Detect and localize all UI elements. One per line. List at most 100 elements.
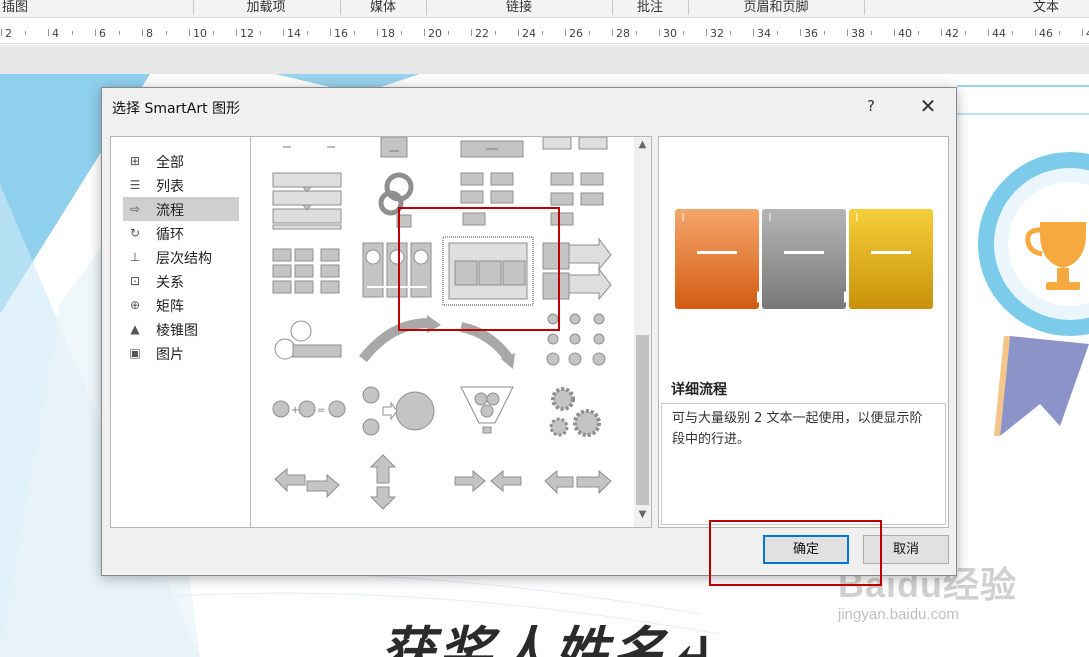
category-label: 层次结构 xyxy=(156,251,212,267)
ruler-tick xyxy=(847,29,848,36)
ribbon-separator xyxy=(612,0,613,15)
layout-thumb[interactable] xyxy=(359,315,441,363)
ruler-tick xyxy=(565,29,566,36)
layout-thumb[interactable] xyxy=(272,248,340,294)
layout-thumb[interactable] xyxy=(274,467,340,499)
ruler-minor-tick xyxy=(307,31,308,35)
ruler-number: 30 xyxy=(663,27,677,40)
ruler-tick xyxy=(189,29,190,36)
ribbon-group-text: 文本 xyxy=(1032,0,1059,15)
layout-thumb[interactable] xyxy=(460,386,514,434)
scroll-down-icon[interactable]: ▼ xyxy=(634,509,651,525)
ruler-number: 12 xyxy=(240,27,254,40)
pyramid-icon: ▲ xyxy=(130,322,140,336)
ruler-tick xyxy=(941,29,942,36)
layout-thumb[interactable] xyxy=(460,172,514,226)
layout-thumb[interactable] xyxy=(362,386,435,436)
ruler-number: 38 xyxy=(851,27,865,40)
svg-text:+: + xyxy=(291,405,299,416)
layout-thumb[interactable] xyxy=(274,320,342,360)
ribbon-group-media: 媒体 xyxy=(369,0,396,15)
ruler-number: 32 xyxy=(710,27,724,40)
slide-title-placeholder[interactable]: 获奖人姓名↵ xyxy=(380,608,719,657)
category-cycle[interactable]: ↻ 循环 xyxy=(123,221,239,245)
ruler-tick xyxy=(1035,29,1036,36)
category-list-item[interactable]: ☰ 列表 xyxy=(123,173,239,197)
scrollbar-thumb[interactable] xyxy=(636,335,649,505)
preview-box-yellow xyxy=(849,209,933,309)
layout-thumb[interactable] xyxy=(542,137,608,150)
picture-icon: ▣ xyxy=(129,346,141,360)
scroll-up-icon[interactable]: ▲ xyxy=(634,139,651,155)
layout-thumb[interactable] xyxy=(542,237,612,301)
ruler-minor-tick xyxy=(166,31,167,35)
layout-thumb[interactable] xyxy=(378,172,414,228)
layout-thumb[interactable] xyxy=(454,469,522,493)
layout-thumb[interactable] xyxy=(362,242,432,298)
layout-thumb[interactable] xyxy=(546,313,606,366)
category-pyramid[interactable]: ▲ 棱锥图 xyxy=(123,317,239,341)
layout-thumb[interactable] xyxy=(549,387,601,437)
layout-thumb[interactable] xyxy=(550,172,604,226)
matrix-icon: ⊕ xyxy=(129,298,141,312)
category-label: 循环 xyxy=(156,227,184,243)
layout-thumb[interactable] xyxy=(380,137,408,158)
ruler-minor-tick xyxy=(871,31,872,35)
svg-text:=: = xyxy=(317,405,325,416)
help-button[interactable]: ? xyxy=(860,94,882,118)
gallery-scrollbar[interactable]: ▲ ▼ xyxy=(634,137,651,527)
close-button[interactable]: ✕ xyxy=(910,92,946,120)
horizontal-ruler: 2 4 6 8 10 12 14 16 18 20 22 24 26 28 30 32 34 36 38 40 42 44… xyxy=(0,24,1089,44)
ruler-number: 2 xyxy=(5,27,12,40)
ruler-number: 4 xyxy=(52,27,59,40)
ruler-minor-tick xyxy=(401,31,402,35)
ruler-tick xyxy=(988,29,989,36)
category-relationship[interactable]: ⊡ 关系 xyxy=(123,269,239,293)
watermark-url: jingyan.baidu.com xyxy=(838,606,959,623)
ruler-number: 26 xyxy=(569,27,583,40)
category-picture[interactable]: ▣ 图片 xyxy=(123,341,239,365)
detailed-process-preview xyxy=(675,209,933,309)
ruler-minor-tick xyxy=(542,31,543,35)
ruler-tick xyxy=(706,29,707,36)
ruler-number: 16 xyxy=(334,27,348,40)
ruler-minor-tick xyxy=(1012,31,1013,35)
layout-thumb[interactable]: + = xyxy=(272,400,346,418)
ruler-tick xyxy=(1,29,2,36)
layout-thumb[interactable] xyxy=(272,172,342,230)
layout-thumb-detailed-process[interactable] xyxy=(442,236,534,306)
ruler-tick xyxy=(330,29,331,36)
ribbon-group-labels: 插图 加载项 媒体 链接 批注 页眉和页脚 文本 xyxy=(0,0,1089,18)
layout-thumb[interactable] xyxy=(544,469,612,495)
ruler-minor-tick xyxy=(448,31,449,35)
ruler-number: 44 xyxy=(992,27,1006,40)
category-process[interactable]: ⇨ 流程 xyxy=(123,197,239,221)
category-matrix[interactable]: ⊕ 矩阵 xyxy=(123,293,239,317)
ruler-number: 34 xyxy=(757,27,771,40)
layout-thumb[interactable] xyxy=(369,454,397,510)
ruler-number: 6 xyxy=(99,27,106,40)
ruler-minor-tick xyxy=(683,31,684,35)
category-all[interactable]: ⊞ 全部 xyxy=(123,149,239,173)
ruler-tick xyxy=(424,29,425,36)
layout-thumb[interactable] xyxy=(460,140,524,158)
ok-button[interactable]: 确定 xyxy=(763,535,849,564)
ruler-minor-tick xyxy=(495,31,496,35)
ruler-minor-tick xyxy=(918,31,919,35)
category-hierarchy[interactable]: ⊥ 层次结构 xyxy=(123,245,239,269)
ruler-minor-tick xyxy=(589,31,590,35)
category-label: 矩阵 xyxy=(156,299,184,315)
dialog-title: 选择 SmartArt 图形 xyxy=(112,101,241,117)
ruler-minor-tick xyxy=(72,31,73,35)
layout-description: 可与大量级别 2 文本一起使用，以便显示阶段中的行进。 xyxy=(661,403,946,525)
ruler-minor-tick xyxy=(25,31,26,35)
ruler-number: 20 xyxy=(428,27,442,40)
layout-thumb[interactable] xyxy=(459,322,515,369)
ribbon-group-comments: 批注 xyxy=(636,0,663,15)
ribbon-separator xyxy=(426,0,427,15)
cancel-button[interactable]: 取消 xyxy=(863,535,949,564)
ruler-number: 24 xyxy=(522,27,536,40)
ruler-tick xyxy=(753,29,754,36)
relationship-icon: ⊡ xyxy=(129,274,141,288)
ruler-number: 40 xyxy=(898,27,912,40)
